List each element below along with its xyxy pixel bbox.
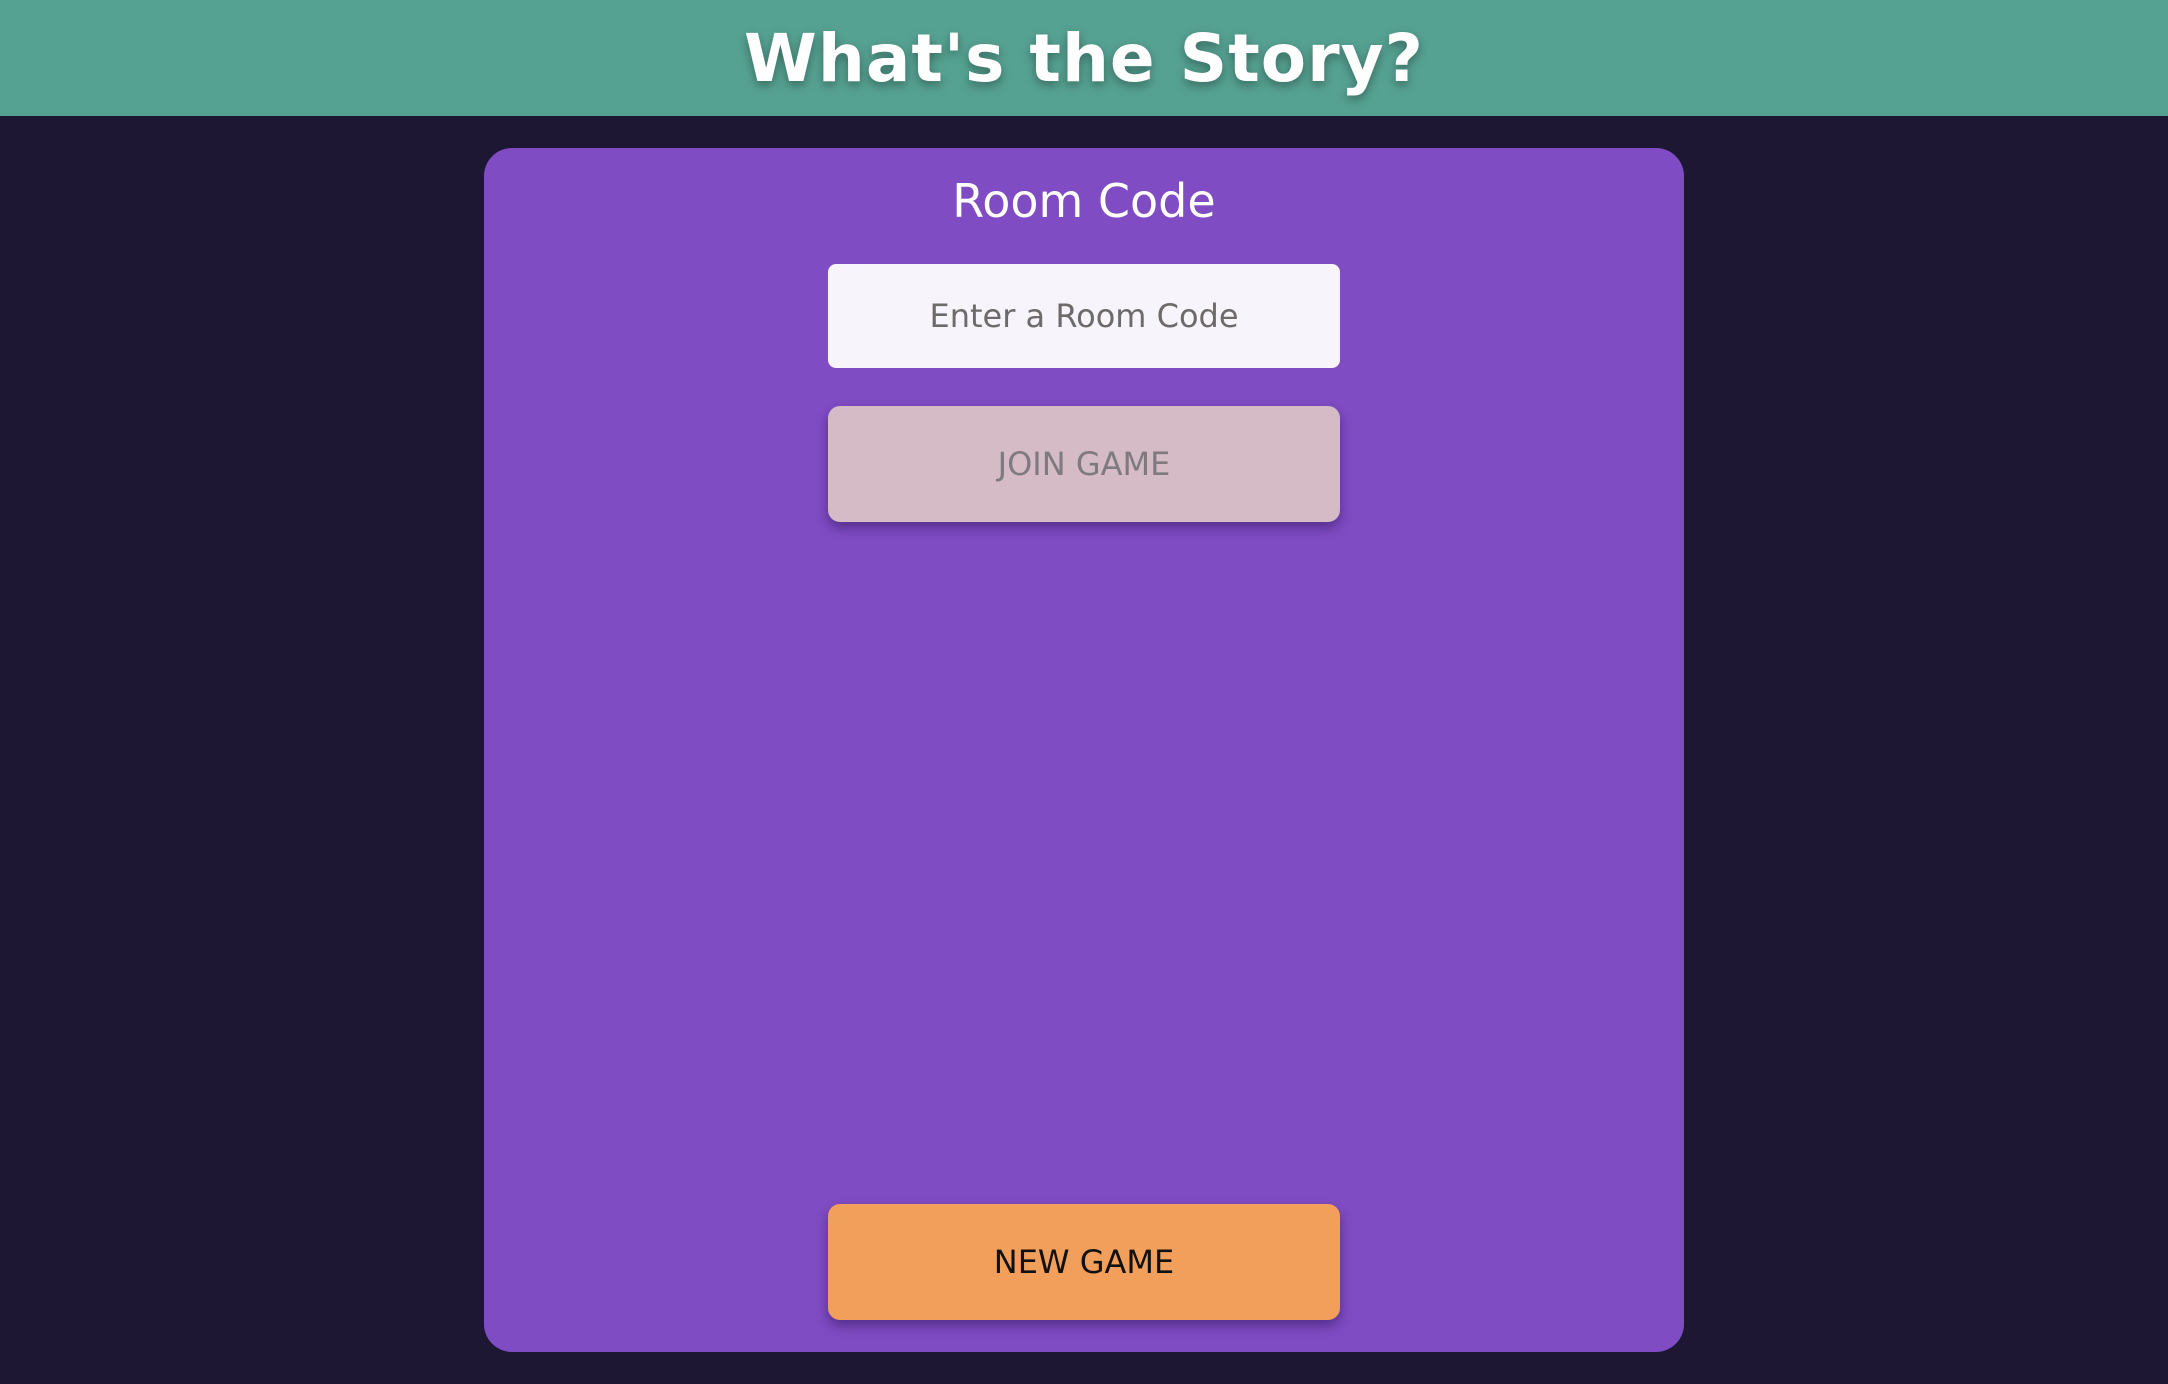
join-card: Room Code JOIN GAME NEW GAME	[484, 148, 1684, 1352]
room-code-label: Room Code	[952, 174, 1216, 228]
app-title: What's the Story?	[744, 19, 1424, 97]
join-game-button[interactable]: JOIN GAME	[828, 406, 1340, 522]
app-header: What's the Story?	[0, 0, 2168, 116]
room-code-input[interactable]	[828, 264, 1340, 368]
new-game-button[interactable]: NEW GAME	[828, 1204, 1340, 1320]
